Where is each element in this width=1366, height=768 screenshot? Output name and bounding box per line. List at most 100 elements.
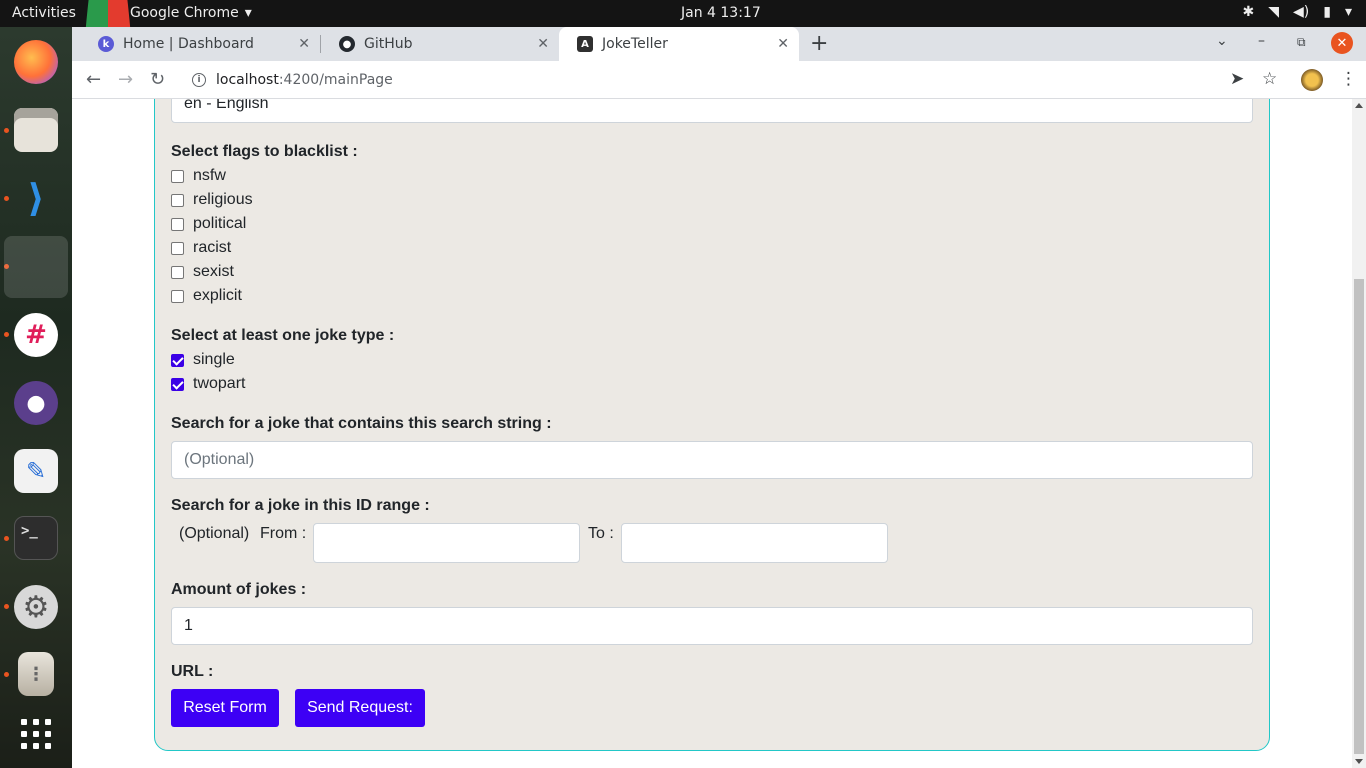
search-string-input[interactable]: (Optional) [171, 441, 1253, 479]
tab-home-dashboard[interactable]: k Home | Dashboard ✕ [80, 27, 320, 61]
checkbox-checked[interactable] [171, 353, 184, 367]
bookmark-star-icon[interactable]: ☆ [1262, 69, 1277, 89]
show-applications-button[interactable] [4, 703, 68, 765]
option-label: racist [193, 239, 232, 256]
minimize-button[interactable]: – [1258, 33, 1265, 49]
checkbox[interactable] [171, 217, 184, 231]
option-label: twopart [193, 375, 246, 392]
close-tab-icon[interactable]: ✕ [298, 36, 310, 52]
dock-terminal[interactable]: >_ [4, 507, 68, 569]
checkbox[interactable] [171, 289, 184, 303]
dock-text-editor[interactable]: ✎ [4, 440, 68, 502]
text-editor-icon: ✎ [14, 449, 58, 493]
option-label: single [193, 351, 235, 368]
tab-title: GitHub [364, 36, 413, 52]
reload-icon[interactable]: ↻ [150, 69, 165, 90]
language-select[interactable]: en - English [171, 99, 1253, 123]
flag-option-sexist[interactable]: sexist [171, 263, 234, 281]
forward-arrow-icon[interactable]: → [118, 69, 133, 90]
app-menu[interactable]: Google Chrome ▾ [110, 5, 252, 21]
dock-github-desktop[interactable]: ● [4, 372, 68, 434]
flag-option-racist[interactable]: racist [171, 239, 231, 257]
dock-firefox[interactable] [4, 31, 68, 93]
checkbox[interactable] [171, 169, 184, 183]
type-option-twopart[interactable]: twopart [171, 375, 245, 393]
reset-form-button[interactable]: Reset Form [171, 689, 279, 727]
clock[interactable]: Jan 4 13:17 [681, 5, 761, 21]
scroll-down-arrow-icon[interactable] [1355, 759, 1363, 764]
url-label: URL : [171, 663, 214, 680]
app-menu-label: Google Chrome [130, 5, 239, 21]
slack-tray-icon[interactable]: ✱ [1243, 4, 1255, 20]
vscode-icon: ⟩ [27, 176, 45, 220]
checkbox[interactable] [171, 241, 184, 255]
caret-down-icon: ▾ [1344, 4, 1352, 20]
system-tray[interactable]: ✱ ◥ ◀) ▮ ▾ [1243, 4, 1353, 20]
scroll-up-arrow-icon[interactable] [1355, 103, 1363, 108]
wifi-icon: ◥ [1268, 4, 1280, 20]
tab-strip: k Home | Dashboard ✕ ● GitHub ✕ A JokeTe… [72, 27, 1366, 61]
option-label: religious [193, 191, 253, 208]
url-path: :4200/mainPage [278, 72, 393, 88]
kinsta-favicon-icon: k [98, 36, 114, 52]
profile-avatar[interactable] [1301, 69, 1323, 91]
option-label: nsfw [193, 167, 226, 184]
new-tab-button[interactable]: + [810, 31, 828, 56]
volume-icon: ◀) [1293, 4, 1310, 20]
flag-option-religious[interactable]: religious [171, 191, 253, 209]
joke-form-card: en - English Select flags to blacklist :… [154, 99, 1270, 751]
flags-label: Select flags to blacklist : [171, 143, 358, 160]
address-bar[interactable]: i localhost:4200/mainPage [180, 65, 1254, 95]
flag-option-explicit[interactable]: explicit [171, 287, 242, 305]
close-window-button[interactable]: ✕ [1331, 32, 1353, 54]
caret-down-icon: ▾ [244, 5, 252, 21]
back-arrow-icon[interactable]: ← [86, 69, 101, 90]
kebab-menu-icon[interactable]: ⋮ [1340, 69, 1357, 89]
flag-option-nsfw[interactable]: nsfw [171, 167, 226, 185]
firefox-icon [14, 40, 58, 84]
page-scrollbar[interactable] [1352, 99, 1366, 768]
type-option-single[interactable]: single [171, 351, 235, 369]
terminal-icon: >_ [14, 516, 58, 560]
flag-option-political[interactable]: political [171, 215, 246, 233]
dock-settings[interactable]: ⚙ [4, 576, 68, 638]
site-info-icon[interactable]: i [192, 73, 206, 87]
url-host: localhost [216, 72, 279, 88]
dock-slack[interactable]: # [4, 304, 68, 366]
send-request-button[interactable]: Send Request: [295, 689, 425, 727]
restore-button[interactable]: ⧉ [1297, 35, 1306, 50]
tab-search-chevron-icon[interactable]: ⌄ [1216, 33, 1228, 49]
range-from-label: From : [260, 525, 307, 542]
dock-chrome[interactable] [4, 0, 140, 665]
battery-icon: ▮ [1323, 4, 1331, 20]
close-tab-icon[interactable]: ✕ [777, 36, 789, 52]
dock-vscode[interactable]: ⟩ [4, 167, 68, 229]
joke-type-label: Select at least one joke type : [171, 327, 395, 344]
send-tab-icon[interactable]: ➤ [1230, 69, 1244, 89]
tab-joketeller[interactable]: A JokeTeller ✕ [559, 27, 799, 61]
range-to-input[interactable] [621, 523, 888, 563]
tab-github[interactable]: ● GitHub ✕ [321, 27, 559, 61]
checkbox[interactable] [171, 265, 184, 279]
search-string-label: Search for a joke that contains this sea… [171, 415, 552, 432]
page-viewport: en - English Select flags to blacklist :… [72, 99, 1352, 768]
range-optional-text: (Optional) [179, 525, 250, 542]
checkbox-checked[interactable] [171, 377, 184, 391]
scrollbar-thumb[interactable] [1354, 279, 1364, 754]
activities-button[interactable]: Activities [12, 5, 76, 21]
amount-label: Amount of jokes : [171, 581, 307, 598]
checkbox[interactable] [171, 193, 184, 207]
tab-title: Home | Dashboard [123, 36, 254, 52]
archive-icon: ⋮ [18, 652, 54, 696]
settings-icon: ⚙ [14, 585, 58, 629]
dock-files[interactable] [4, 99, 68, 161]
range-from-input[interactable] [313, 523, 580, 563]
close-tab-icon[interactable]: ✕ [537, 36, 549, 52]
tab-title: JokeTeller [602, 36, 668, 52]
browser-toolbar: ← → ↻ i localhost:4200/mainPage ➤ ☆ ⋮ [72, 61, 1366, 99]
option-label: sexist [193, 263, 234, 280]
dock-archive-manager[interactable]: ⋮ [4, 643, 68, 705]
range-to-label: To : [588, 525, 614, 542]
angular-favicon-icon: A [577, 36, 593, 52]
amount-input[interactable]: 1 [171, 607, 1253, 645]
